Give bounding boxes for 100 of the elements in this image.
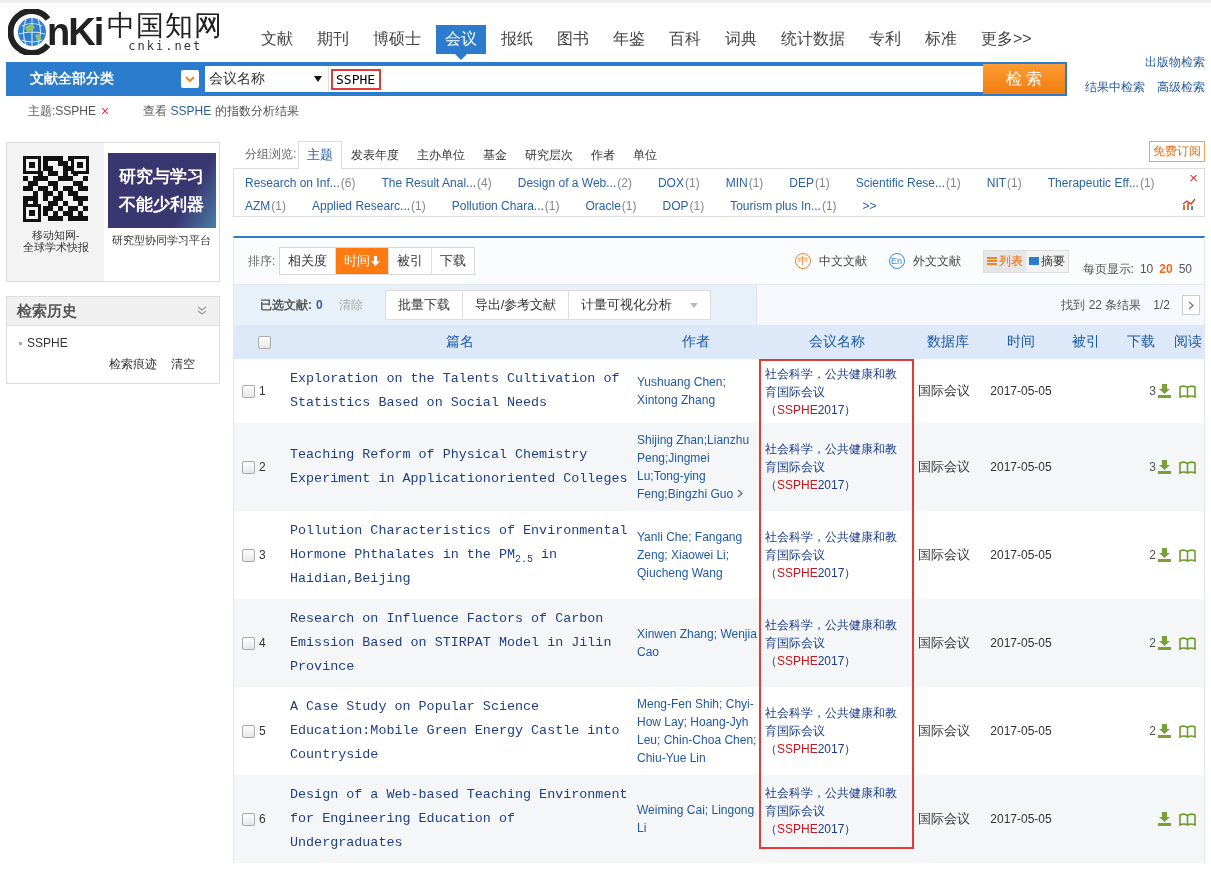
column-header[interactable]: 会议名称: [808, 333, 865, 351]
paper-title-link[interactable]: Research on Influence Factors of Carbon Emission Based on STIRPAT Model in Jilin Province: [286, 599, 633, 687]
nav-tab[interactable]: 统计数据: [772, 25, 854, 60]
group-filter-link[interactable]: Tourism plus In...(1): [730, 196, 837, 216]
analysis-dropdown[interactable]: 计量可视化分析: [569, 291, 711, 319]
checkbox[interactable]: [242, 812, 255, 826]
promo-banner[interactable]: 研究与学习 不能少利器: [107, 153, 216, 228]
checkbox[interactable]: [242, 460, 255, 474]
group-filter-link[interactable]: DOP(1): [662, 196, 705, 216]
history-action-link[interactable]: 清空: [171, 356, 195, 373]
group-filter-link[interactable]: DOX(1): [657, 173, 700, 193]
selected-count: 0: [316, 298, 323, 312]
page-size-option[interactable]: 10: [1139, 262, 1154, 276]
group-filter-link[interactable]: Therapeutic Eff...(1): [1047, 173, 1155, 193]
checkbox[interactable]: [242, 636, 255, 650]
group-filter-link[interactable]: Scientific Rese...(1): [855, 173, 961, 193]
column-header[interactable]: 被引: [1072, 333, 1100, 351]
author-names[interactable]: Yanli Che; Fangang Zeng; Xiaowei Li; Qiucheng Wang: [633, 520, 759, 590]
nav-tab[interactable]: 图书: [548, 25, 598, 60]
language-filter[interactable]: En 外文文献: [888, 252, 961, 270]
conference-name[interactable]: 社会科学，公共健康和教育国际会议（SSPHE2017）: [759, 599, 914, 687]
remove-filter-button[interactable]: ×: [101, 103, 110, 119]
group-filter-link[interactable]: Research on Inf...(6): [245, 173, 356, 193]
conference-name[interactable]: 社会科学，公共健康和教育国际会议（SSPHE2017）: [759, 423, 914, 511]
checkbox[interactable]: [242, 384, 255, 398]
author-names[interactable]: Meng-Fen Shih; Chyi-How Lay; Hoang-Jyh Leu; Chin-Choa Chen; Chiu-Yue Lin: [633, 687, 759, 775]
column-header[interactable]: 作者: [682, 333, 710, 351]
publication-search-link[interactable]: 出版物检索: [1145, 54, 1205, 71]
group-tab[interactable]: 研究层次: [516, 142, 583, 169]
group-filter-link[interactable]: Pollution Chara...(1): [451, 196, 560, 216]
view-toggle[interactable]: 摘要: [1025, 250, 1068, 272]
group-filter-link[interactable]: NIT(1): [986, 173, 1022, 193]
group-filter-link[interactable]: DEP(1): [789, 173, 830, 193]
group-tab[interactable]: 发表年度: [342, 142, 409, 169]
nav-tab[interactable]: 年鉴: [604, 25, 654, 60]
group-filter-link[interactable]: MIN(1): [725, 173, 764, 193]
checkbox[interactable]: [242, 724, 255, 738]
group-tab[interactable]: 主题: [298, 141, 343, 169]
paper-title-link[interactable]: Pollution Characteristics of Environmental Hormone Phthalates in the PM$_{2.5}$ in Haidian,Beijing: [286, 511, 633, 599]
column-header[interactable]: 时间: [1007, 333, 1035, 351]
nav-tab[interactable]: 标准: [916, 25, 966, 60]
nav-tab[interactable]: 报纸: [492, 25, 542, 60]
group-tab[interactable]: 作者: [582, 142, 625, 169]
group-tab[interactable]: 基金: [474, 142, 517, 169]
conference-name[interactable]: 社会科学，公共健康和教育国际会议（SSPHE2017）: [759, 775, 914, 849]
panel-title: 检索历史: [17, 301, 77, 321]
group-filter-link[interactable]: The Result Anal...(4): [381, 173, 492, 193]
group-filter-link[interactable]: Oracle(1): [585, 196, 637, 216]
nav-tab[interactable]: 专利: [860, 25, 910, 60]
publish-date: 2017-05-05: [989, 460, 1053, 474]
nav-tab[interactable]: 词典: [716, 25, 766, 60]
column-header[interactable]: 数据库: [926, 333, 969, 351]
row-number: 6: [259, 812, 266, 826]
search-link[interactable]: 结果中检索: [1085, 79, 1145, 96]
paper-title-link[interactable]: A Case Study on Popular Science Education:Mobile Green Energy Castle into Countryside: [286, 687, 633, 775]
nav-tab[interactable]: 文献: [252, 25, 302, 60]
author-names[interactable]: Shijing Zhan;Lianzhu Peng;Jingmei Lu;Tong-ying Feng;Bingzhi Guo: [633, 423, 759, 511]
paper-title-link[interactable]: Exploration on the Talents Cultivation of Statistics Based on Social Needs: [286, 359, 633, 423]
row-number: 5: [259, 724, 266, 738]
column-header[interactable]: 阅读: [1173, 333, 1202, 351]
nav-tab[interactable]: 博硕士: [364, 25, 430, 60]
column-header[interactable]: 下载: [1127, 333, 1155, 351]
language-filter[interactable]: 中 中文文献: [794, 252, 867, 270]
nav-tab[interactable]: 会议: [436, 25, 486, 60]
toolbar-button[interactable]: 导出/参考文献: [462, 291, 570, 319]
column-header[interactable]: 篇名: [445, 333, 474, 351]
paper-title-link[interactable]: Teaching Reform of Physical Chemistry Experiment in Applicationoriented Colleges: [286, 435, 633, 499]
page-size-label: 每页显示:: [1082, 260, 1134, 278]
group-filter-link[interactable]: Design of a Web...(2): [517, 173, 632, 193]
next-page-button[interactable]: [1182, 295, 1200, 315]
search-link[interactable]: 高级检索: [1157, 79, 1205, 96]
category-dropdown[interactable]: 文献全部分类: [6, 62, 205, 96]
history-item[interactable]: SSPHE: [27, 336, 68, 350]
author-names[interactable]: Weiming Cai; Lingong Li: [633, 793, 759, 845]
database-name: 国际会议: [917, 458, 971, 476]
nav-tab[interactable]: 百科: [660, 25, 710, 60]
download-count: 3: [1149, 384, 1156, 398]
group-tab[interactable]: 单位: [624, 142, 667, 169]
group-filter-link[interactable]: AZM(1): [245, 196, 286, 216]
more-link[interactable]: >>: [862, 196, 877, 216]
author-names[interactable]: Xinwen Zhang; Wenjia Cao: [633, 617, 759, 669]
checkbox[interactable]: [242, 548, 255, 562]
download-count: 3: [1149, 460, 1156, 474]
sort-option[interactable]: 下载: [432, 248, 475, 274]
nav-tab[interactable]: 期刊: [308, 25, 358, 60]
nav-tab[interactable]: 更多>>: [972, 25, 1041, 60]
page-size-option[interactable]: 50: [1178, 262, 1192, 276]
close-button[interactable]: ×: [1189, 169, 1198, 186]
toolbar-button[interactable]: 批量下载: [385, 291, 463, 319]
field-select[interactable]: 会议名称: [205, 66, 329, 92]
history-action-link[interactable]: 检索痕迹: [109, 356, 157, 373]
paper-title-link[interactable]: Design of a Web-based Teaching Environment for Engineering Education of Undergraduates: [286, 775, 633, 863]
group-filter-link[interactable]: Applied Researc...(1): [312, 196, 426, 216]
checkbox[interactable]: [257, 335, 271, 349]
sort-option[interactable]: 被引: [389, 248, 433, 274]
index-analysis-link[interactable]: 查看 SSPHE 的指数分析结果: [143, 102, 299, 120]
result-count: 找到 22 条结果: [1061, 296, 1142, 314]
group-tab[interactable]: 主办单位: [408, 142, 475, 169]
author-names[interactable]: Yushuang Chen; Xintong Zhang: [633, 365, 759, 417]
search-field[interactable]: SSPHE: [329, 66, 983, 92]
